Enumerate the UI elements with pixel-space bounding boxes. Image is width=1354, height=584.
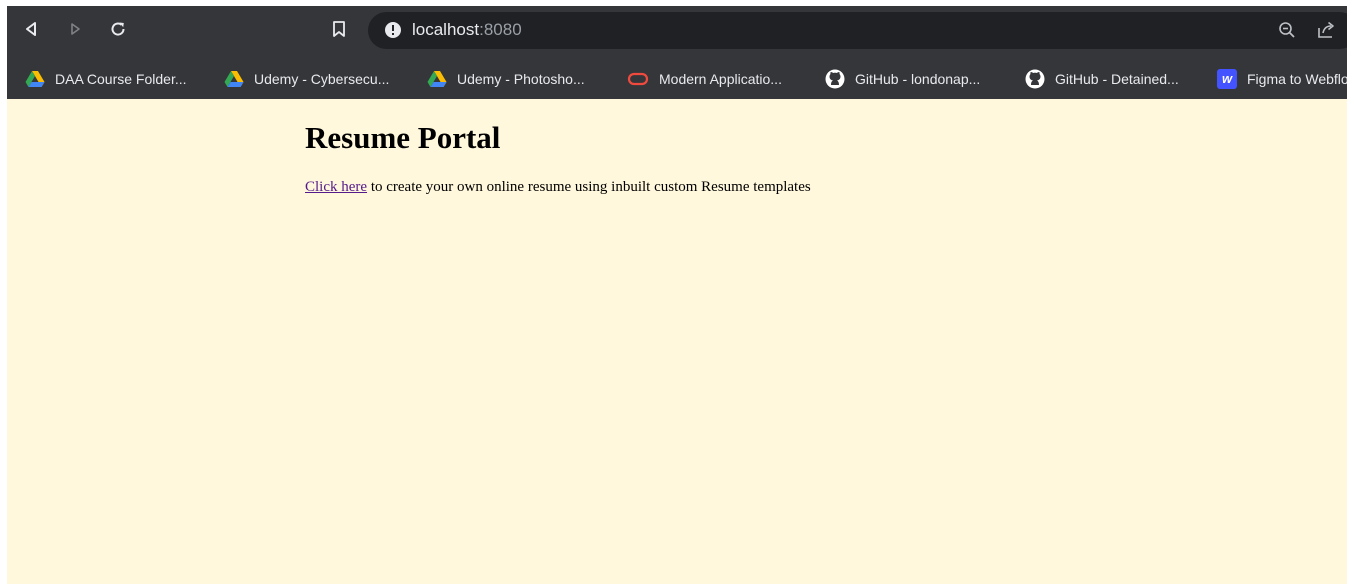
bookmark-label: Modern Applicatio...: [659, 71, 782, 87]
bookmark-item[interactable]: Modern Applicatio...: [627, 69, 782, 89]
intro-text: to create your own online resume using i…: [367, 179, 811, 195]
create-resume-link[interactable]: Click here: [305, 179, 367, 195]
google-drive-icon: [224, 71, 244, 87]
google-drive-icon: [427, 71, 447, 87]
bookmark-item[interactable]: Udemy - Cybersecu...: [224, 69, 389, 89]
bookmark-label: Figma to Webflow: [1247, 71, 1347, 87]
bookmark-item[interactable]: w Figma to Webflow: [1217, 69, 1347, 89]
url-port: :8080: [479, 20, 522, 39]
zoom-out-icon[interactable]: [1278, 21, 1296, 44]
page-title: Resume Portal: [305, 120, 501, 155]
url-host: localhost: [412, 20, 480, 39]
oracle-icon: [627, 72, 649, 86]
bookmark-label: GitHub - londonap...: [855, 71, 981, 87]
info-icon[interactable]: [384, 21, 402, 39]
bookmark-item[interactable]: DAA Course Folder...: [25, 69, 187, 89]
github-icon: [1025, 69, 1045, 89]
forward-arrow-icon[interactable]: [64, 18, 86, 40]
bookmark-item[interactable]: Udemy - Photosho...: [427, 69, 585, 89]
browser-window: localhost:8080 DAA Course Folder... Udem…: [7, 6, 1347, 584]
share-icon[interactable]: [1316, 20, 1336, 45]
bookmarks-bar: DAA Course Folder... Udemy - Cybersecu..…: [7, 60, 1347, 99]
url-text[interactable]: localhost:8080: [412, 19, 522, 41]
page-content: Resume Portal Click here to create your …: [7, 99, 1347, 584]
intro-paragraph: Click here to create your own online res…: [305, 177, 811, 197]
back-arrow-icon[interactable]: [20, 18, 42, 40]
bookmark-label: GitHub - Detained...: [1055, 71, 1179, 87]
bookmark-icon[interactable]: [329, 19, 349, 39]
github-icon: [825, 69, 845, 89]
reload-icon[interactable]: [107, 18, 129, 40]
bookmark-item[interactable]: GitHub - Detained...: [1025, 69, 1179, 89]
webflow-icon: w: [1217, 69, 1237, 89]
bookmark-label: DAA Course Folder...: [55, 71, 187, 87]
browser-toolbar: localhost:8080: [7, 6, 1347, 60]
bookmark-label: Udemy - Cybersecu...: [254, 71, 390, 87]
bookmark-label: Udemy - Photosho...: [457, 71, 585, 87]
google-drive-icon: [25, 71, 45, 87]
address-bar[interactable]: localhost:8080: [368, 12, 1347, 49]
bookmark-item[interactable]: GitHub - londonap...: [825, 69, 980, 89]
